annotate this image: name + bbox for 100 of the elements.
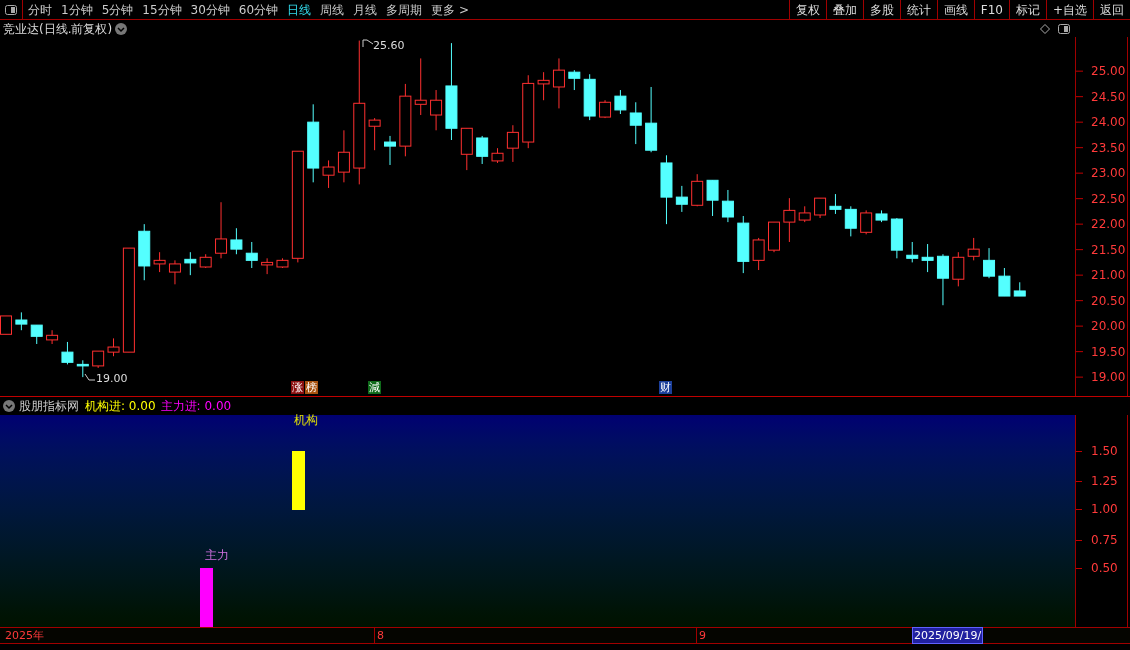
indicator-readout: 机构进: 0.00 — [85, 398, 156, 415]
cursor-date: 2025/09/19/ — [912, 627, 984, 644]
bar-label: 主力 — [205, 548, 229, 562]
candlestick — [614, 89, 627, 115]
timeline-label: 8 — [377, 628, 384, 643]
candlestick — [936, 253, 949, 306]
period-tab[interactable]: 多周期 — [386, 0, 423, 19]
candlestick — [476, 135, 489, 165]
period-tab[interactable]: 周线 — [320, 0, 345, 19]
event-tag[interactable]: 涨 — [291, 381, 304, 394]
toolbar-button[interactable]: 统计 — [899, 0, 937, 19]
indicator-name: 股朋指标网 — [19, 398, 79, 415]
candlestick — [46, 329, 59, 345]
diamond-icon[interactable] — [1040, 23, 1050, 34]
candlestick — [906, 241, 919, 263]
toolbar-button[interactable]: 多股 — [862, 0, 900, 19]
candlestick — [921, 243, 934, 273]
period-tab[interactable]: 30分钟 — [190, 0, 230, 19]
price-axis-label: 21.50 — [1091, 242, 1126, 257]
toolbar-button[interactable]: 复权 — [788, 0, 826, 19]
candlestick — [844, 205, 857, 237]
toolbar-button[interactable]: 标记 — [1008, 0, 1046, 19]
period-tab[interactable]: 60分钟 — [238, 0, 279, 19]
candlestick — [752, 237, 765, 271]
price-axis-label: 23.00 — [1091, 166, 1126, 181]
event-tag[interactable]: 減 — [368, 381, 381, 394]
candlestick — [168, 259, 181, 285]
indicator-bar — [200, 568, 213, 627]
indicator-axis-label: 0.50 — [1091, 561, 1118, 575]
price-axis-label: 22.50 — [1091, 191, 1126, 206]
candlestick — [691, 173, 704, 207]
event-tag[interactable]: 榜 — [305, 381, 318, 394]
collapse-icon[interactable] — [3, 400, 15, 412]
period-tab[interactable]: 日线 — [287, 0, 312, 19]
price-axis-label: 19.00 — [1091, 370, 1126, 385]
candlestick — [721, 189, 734, 223]
candlestick — [384, 135, 396, 166]
candlestick — [829, 193, 842, 215]
period-tab[interactable]: 月线 — [353, 0, 378, 19]
price-axis-label: 24.50 — [1091, 89, 1126, 104]
candlestick — [261, 257, 274, 275]
candlestick — [568, 69, 581, 91]
panel-toggle-icon[interactable] — [1058, 23, 1070, 34]
timeline-label: 9 — [699, 628, 706, 643]
candlestick — [983, 247, 996, 279]
panel-toggle-icon[interactable] — [5, 4, 17, 15]
candlestick — [153, 251, 166, 273]
price-axis-label: 23.50 — [1091, 140, 1126, 155]
price-axis-label: 20.00 — [1091, 319, 1126, 334]
candlestick — [506, 124, 519, 163]
price-axis-label: 22.00 — [1091, 217, 1126, 232]
candlestick — [368, 117, 381, 151]
toolbar-button[interactable]: +自选 — [1045, 0, 1093, 19]
candlestick — [430, 89, 443, 131]
high-price-label: 25.60 — [373, 38, 405, 54]
marker-flag-icon — [362, 39, 374, 47]
candlestick — [952, 251, 965, 287]
chart-title: 竞业达(日线.前复权) — [2, 20, 113, 38]
candlestick — [967, 237, 980, 261]
price-axis-label: 24.00 — [1091, 115, 1126, 130]
candlestick — [537, 71, 550, 101]
candlestick — [184, 251, 197, 276]
candlestick — [215, 201, 228, 259]
price-axis-label: 21.00 — [1091, 268, 1126, 283]
price-axis-label: 25.00 — [1091, 64, 1126, 79]
price-axis-label: 19.50 — [1091, 344, 1126, 359]
candlestick — [860, 209, 873, 235]
indicator-axis-label: 1.50 — [1091, 444, 1118, 458]
candlestick — [414, 57, 427, 116]
timeline-label: 2025年 — [5, 628, 44, 643]
dropdown-icon[interactable] — [115, 22, 128, 35]
candlestick — [337, 129, 350, 183]
bar-label: 机构 — [294, 413, 318, 427]
toolbar-button[interactable]: 画线 — [936, 0, 974, 19]
candlestick — [783, 197, 796, 243]
period-tab[interactable]: 5分钟 — [101, 0, 134, 19]
indicator-axis-label: 1.00 — [1091, 502, 1118, 516]
indicator-axis-label: 0.75 — [1091, 533, 1118, 547]
candlestick — [30, 324, 43, 345]
candlestick — [322, 159, 335, 189]
period-tab[interactable]: 15分钟 — [142, 0, 182, 19]
event-tag[interactable]: 财 — [659, 381, 672, 394]
period-tab[interactable]: 更多 > — [431, 0, 469, 19]
candlestick — [245, 241, 258, 269]
toolbar-button[interactable]: 叠加 — [825, 0, 863, 19]
candlestick — [0, 315, 12, 335]
indicator-readout: 主力进: 0.00 — [160, 398, 232, 415]
low-price-label: 19.00 — [96, 371, 128, 387]
candlestick — [552, 57, 565, 109]
candlestick — [998, 267, 1011, 297]
candlestick — [675, 185, 688, 213]
candlestick — [230, 227, 243, 255]
toolbar-button[interactable]: 返回 — [1093, 0, 1130, 19]
period-tab[interactable]: 1分钟 — [61, 0, 93, 19]
candlestick — [706, 179, 719, 217]
period-tab[interactable]: 分时 — [28, 0, 52, 19]
price-axis-label: 20.50 — [1091, 293, 1126, 308]
candlestick — [814, 197, 827, 219]
indicator-bar — [292, 451, 305, 510]
toolbar-button[interactable]: F10 — [973, 0, 1009, 19]
